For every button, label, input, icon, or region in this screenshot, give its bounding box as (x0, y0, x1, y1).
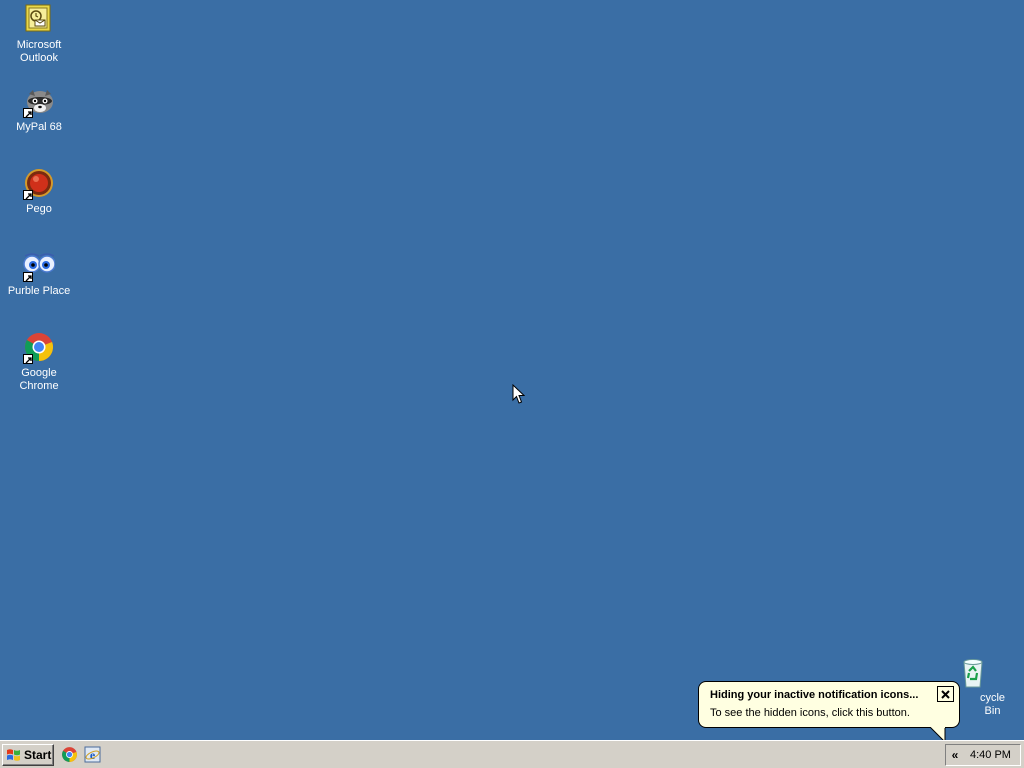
recycle-bin-icon (957, 657, 989, 689)
close-icon (941, 689, 950, 699)
pego-icon (23, 168, 55, 200)
chrome-icon (62, 747, 77, 762)
desktop-icon-label: Google Chrome (19, 367, 59, 392)
mypal-icon (23, 86, 55, 118)
windows-logo-icon (7, 749, 20, 761)
system-tray: « 4:40 PM (945, 744, 1021, 766)
start-label: Start (24, 748, 52, 762)
shortcut-arrow-icon (23, 108, 33, 118)
shortcut-arrow-icon (23, 272, 33, 282)
outlook-icon (23, 4, 55, 36)
shortcut-arrow-icon (23, 354, 33, 364)
desktop-icon-purble-place[interactable]: Purble Place (0, 250, 78, 298)
mouse-cursor-icon (512, 383, 526, 410)
desktop-icon-pego[interactable]: Pego (0, 168, 78, 216)
balloon-text: To see the hidden icons, click this butt… (710, 707, 910, 719)
ie-icon: e (84, 746, 101, 763)
desktop[interactable]: Microsoft Outlook MyPal 68 Pego Purble P… (0, 0, 1024, 743)
desktop-icon-label: Outlook (20, 52, 58, 64)
quick-launch-ie[interactable]: e (84, 746, 101, 763)
desktop-icon-google-chrome[interactable]: Google Chrome (0, 332, 78, 393)
desktop-icon-mypal[interactable]: MyPal 68 (0, 86, 78, 134)
desktop-icon-outlook[interactable]: Microsoft Outlook (0, 4, 78, 65)
chrome-icon (23, 332, 55, 364)
taskbar: Start e « 4:40 PM (0, 740, 1024, 768)
start-button[interactable]: Start (2, 744, 54, 766)
desktop-icon-label: Microsoft (16, 39, 62, 51)
clock[interactable]: 4:40 PM (970, 749, 1011, 761)
purble-place-icon (23, 250, 56, 282)
svg-text:e: e (90, 748, 96, 762)
desktop-icon-label: Purble Place (7, 285, 71, 297)
notification-balloon[interactable]: Hiding your inactive notification icons.… (698, 681, 960, 728)
balloon-title: Hiding your inactive notification icons.… (710, 689, 919, 701)
balloon-close-button[interactable] (937, 686, 954, 702)
desktop-icon-label: Pego (26, 203, 52, 215)
tray-expand-button[interactable]: « (949, 747, 961, 763)
quick-launch-chrome[interactable] (61, 746, 78, 763)
desktop-icon-label: MyPal 68 (16, 121, 62, 133)
shortcut-arrow-icon (23, 190, 33, 200)
